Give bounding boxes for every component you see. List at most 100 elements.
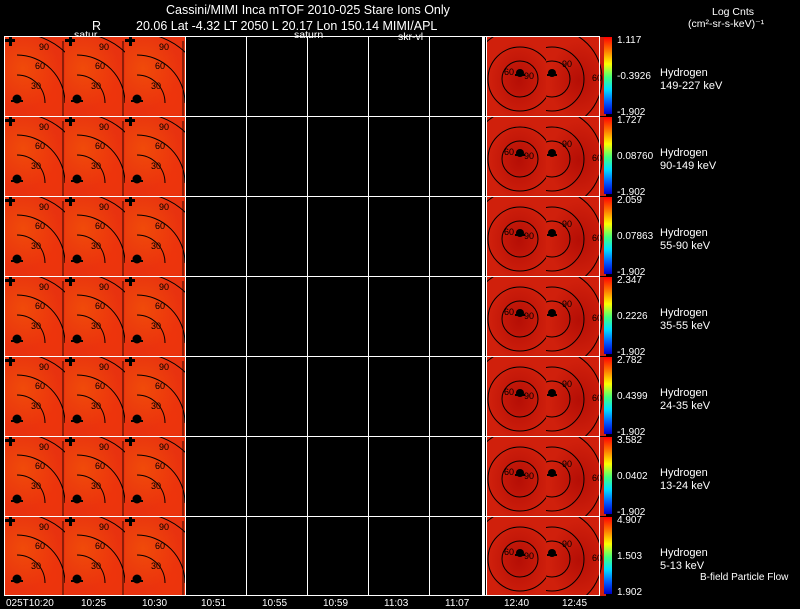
contour-label: 60 (35, 61, 46, 71)
inca-image-panel: 90 60 30 (65, 37, 125, 116)
contour-label: 90 (159, 282, 170, 292)
inca-image-panel-right: 60 90 (486, 117, 546, 196)
contour-label: 60 (504, 387, 515, 397)
energy-band-label: Hydrogen 5-13 keV (660, 547, 708, 573)
contour-label: 90 (562, 379, 573, 389)
inca-image-panel: 90 60 30 (125, 357, 185, 436)
inca-image-panel: 90 60 30 (5, 357, 65, 436)
contour-label: 60 (35, 381, 46, 391)
contour-label: 60 (35, 461, 46, 471)
colorbar (604, 197, 612, 274)
contour-label: 60 (592, 473, 603, 483)
inca-image-panel: 90 60 30 (5, 517, 65, 596)
column-divider (307, 36, 308, 596)
time-tick: 12:40 (504, 598, 530, 609)
time-tick: 11:03 (384, 598, 409, 609)
colorbar (604, 437, 612, 514)
contour-label: 90 (562, 219, 573, 229)
inca-image-panel-right: 60 90 (486, 197, 546, 276)
contour-label: 30 (151, 481, 162, 491)
inca-image-panel: 90 60 30 (125, 197, 185, 276)
energy-range-label: 55-90 keV (660, 240, 711, 252)
contour-label: 30 (31, 561, 42, 571)
contour-label: 90 (159, 442, 170, 452)
species-label: Hydrogen (660, 307, 708, 319)
contour-label: 60 (95, 461, 106, 471)
energy-band-label: Hydrogen 90-149 keV (660, 147, 716, 173)
colorbar (604, 517, 612, 594)
contour-label: 30 (31, 481, 42, 491)
contour-label: 90 (99, 122, 110, 132)
inca-image-panel-right: 60 90 (486, 517, 546, 596)
energy-range-label: 149-227 keV (660, 80, 723, 92)
contour-label: 60 (95, 141, 106, 151)
contour-label: 60 (95, 381, 106, 391)
contour-label: 60 (592, 233, 603, 243)
contour-label: 90 (562, 459, 573, 469)
contour-label: 30 (31, 401, 42, 411)
colorbar-mid: 0.07863 (617, 231, 654, 242)
inca-image-panel: 90 60 30 (65, 197, 125, 276)
contour-label: 60 (95, 221, 106, 231)
inca-image-panel-right: 90 60 (546, 437, 606, 516)
contour-label: 90 (39, 282, 50, 292)
inca-image-panel: 90 60 30 (125, 37, 185, 116)
contour-label: 60 (155, 541, 166, 551)
contour-label: 60 (592, 393, 603, 403)
units-line1: Log Cnts (712, 6, 755, 18)
contour-label: 30 (31, 241, 42, 251)
energy-band-label: Hydrogen 55-90 keV (660, 227, 710, 253)
inca-image-panel-right: 60 90 (486, 277, 546, 356)
contour-label: 90 (524, 391, 535, 401)
contour-label: 60 (35, 221, 46, 231)
contour-label: 30 (151, 81, 162, 91)
species-label: Hydrogen (660, 467, 708, 479)
inca-image-panel-right: 90 60 (546, 37, 606, 116)
units-line2: (cm²-sr-s-keV)⁻¹ (688, 18, 765, 30)
colorbar (604, 277, 612, 354)
contour-label: 60 (592, 313, 603, 323)
contour-label: 90 (159, 202, 170, 212)
contour-label: 90 (524, 311, 535, 321)
contour-label: 90 (99, 42, 110, 52)
inca-image-panel: 90 60 30 (5, 277, 65, 356)
colorbar-max: 2.782 (617, 355, 643, 366)
contour-label: 60 (504, 227, 515, 237)
gap-divider (482, 36, 485, 596)
contour-label: 60 (504, 307, 515, 317)
contour-label: 60 (35, 541, 46, 551)
contour-label: 30 (31, 161, 42, 171)
contour-label: 90 (524, 471, 535, 481)
colorbar-mid: 1.503 (617, 551, 643, 562)
contour-label: 90 (99, 522, 110, 532)
contour-label: 30 (91, 401, 102, 411)
colorbar-max: 2.347 (617, 275, 643, 286)
colorbar-max: 3.582 (617, 435, 643, 446)
colorbar-max: 1.117 (617, 35, 642, 46)
contour-label: 60 (155, 221, 166, 231)
colorbar-mid: 0.08760 (617, 151, 654, 162)
contour-label: 30 (91, 241, 102, 251)
contour-label: 30 (151, 241, 162, 251)
colorbar-max: 2.059 (617, 195, 643, 206)
contour-label: 90 (562, 299, 573, 309)
inca-image-panel-right: 90 60 (546, 197, 606, 276)
contour-label: 90 (562, 139, 573, 149)
contour-label: 60 (504, 67, 515, 77)
inca-image-panel-right: 60 90 (486, 37, 546, 116)
contour-label: 60 (155, 61, 166, 71)
contour-label: 90 (524, 231, 535, 241)
row-divider (4, 356, 600, 357)
contour-label: 60 (35, 301, 46, 311)
inca-image-panel: 90 60 30 (5, 117, 65, 196)
contour-label: 30 (151, 561, 162, 571)
inca-image-panel: 90 60 30 (65, 517, 125, 596)
contour-label: 90 (524, 551, 535, 561)
inca-image-panel: 90 60 30 (5, 37, 65, 116)
skr-label: skr-vl (398, 31, 424, 43)
inca-image-panel: 90 60 30 (125, 437, 185, 516)
contour-label: 90 (39, 362, 50, 372)
contour-label: 60 (155, 301, 166, 311)
species-label: Hydrogen (660, 547, 708, 559)
row-divider (4, 436, 600, 437)
